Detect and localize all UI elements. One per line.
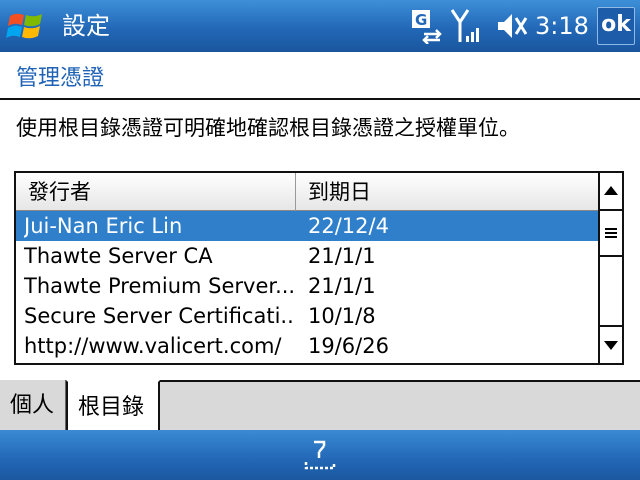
arrow-down-icon [604,341,618,350]
tab-personal[interactable]: 個人 [0,380,66,432]
tab-root[interactable]: 根目錄 [66,380,160,432]
list-item[interactable]: http://www.valicert.com/ 19/6/26 [16,331,598,361]
list-item[interactable]: Secure Server Certificati... 10/1/8 [16,301,598,331]
vertical-scrollbar[interactable] [598,173,622,363]
expiry-cell: 21/1/1 [308,244,376,268]
grip-icon [605,228,617,238]
windows-start-icon[interactable] [6,8,46,44]
svg-text:G: G [415,11,427,29]
page-title: 管理憑證 [16,66,105,91]
title-bar: 設定 G 3:18 ok [0,0,640,52]
list-item[interactable]: Jui-Nan Eric Lin 22/12/4 [16,211,598,241]
description-text: 使用根目錄憑證可明確地確認根目錄憑證之授權單位。 [16,116,520,140]
column-header-issuer[interactable]: 發行者 [16,173,296,211]
window-title: 設定 [62,12,110,40]
volume-icon[interactable] [494,8,528,44]
clock[interactable]: 3:18 [535,11,589,41]
issuer-cell: http://www.valicert.com/ [24,334,282,358]
column-header-expiry[interactable]: 到期日 [296,173,598,211]
expiry-cell: 22/12/4 [308,214,389,238]
expiry-cell: 19/6/26 [308,334,389,358]
ok-button[interactable]: ok [597,7,635,45]
heading-divider [0,98,640,100]
list-item[interactable]: Thawte Premium Server... 21/1/1 [16,271,598,301]
list-item[interactable]: Thawte Server CA 21/1/1 [16,241,598,271]
list-rows: Jui-Nan Eric Lin 22/12/4 Thawte Server C… [16,211,598,361]
tab-strip: 個人 根目錄 [0,380,640,432]
issuer-cell: Thawte Server CA [24,244,213,268]
scroll-thumb[interactable] [600,211,622,257]
keyboard-input-icon[interactable] [302,436,338,474]
scroll-down-button[interactable] [600,325,622,363]
issuer-cell: Secure Server Certificati... [24,304,296,328]
expiry-cell: 10/1/8 [308,304,376,328]
certificate-list[interactable]: 發行者 到期日 Jui-Nan Eric Lin 22/12/4 Thawte … [14,171,624,365]
scroll-up-button[interactable] [600,173,622,211]
expiry-cell: 21/1/1 [308,274,376,298]
issuer-cell: Jui-Nan Eric Lin [24,214,183,238]
list-header: 發行者 到期日 [16,173,598,211]
connectivity-icon[interactable]: G [410,8,446,44]
arrow-up-icon [604,186,618,195]
signal-icon[interactable] [450,8,484,44]
soft-key-bar [0,430,640,480]
issuer-cell: Thawte Premium Server... [24,274,296,298]
